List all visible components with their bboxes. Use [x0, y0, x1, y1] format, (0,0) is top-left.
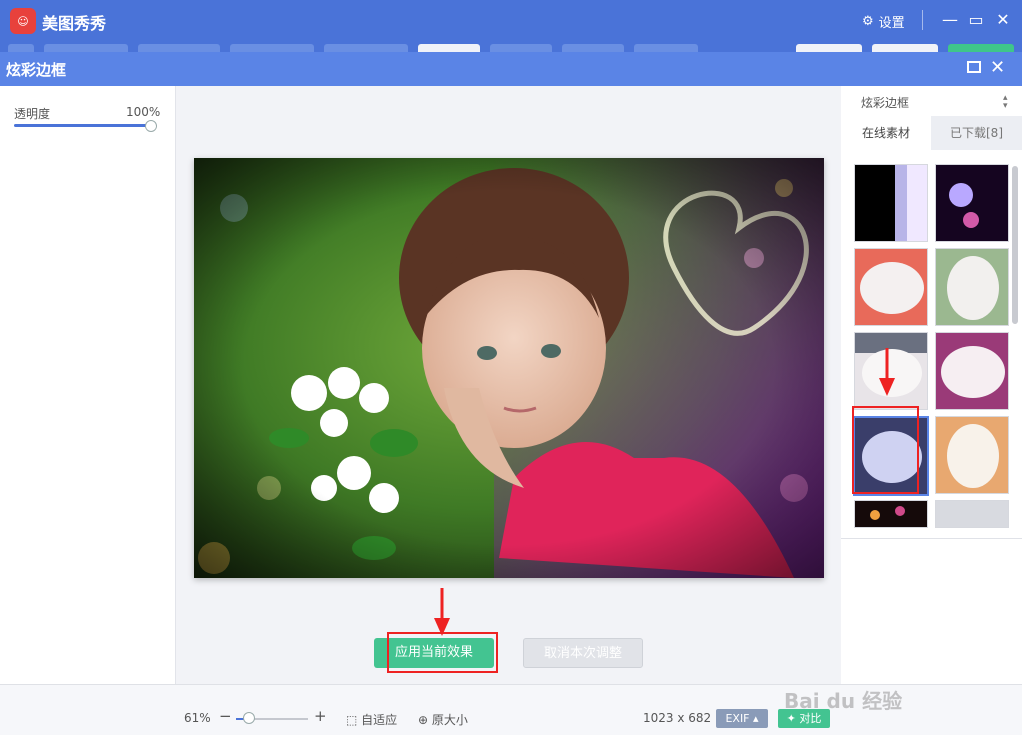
zoom-slider-handle[interactable]	[243, 712, 255, 724]
opacity-slider-track[interactable]	[14, 124, 152, 127]
zoom-out-button[interactable]: −	[219, 707, 232, 725]
thumbnail-scrollbar[interactable]	[1012, 166, 1018, 324]
frame-thumbnail[interactable]	[935, 416, 1009, 494]
frame-thumbnail[interactable]	[935, 332, 1009, 410]
nav-tab[interactable]	[230, 44, 314, 52]
nav-tab[interactable]	[562, 44, 624, 52]
tab-downloaded[interactable]: 已下载[8]	[931, 116, 1022, 150]
editor-canvas: 应用当前效果 取消本次调整	[176, 86, 841, 684]
original-size-button[interactable]: ⊕ 原大小	[418, 711, 468, 728]
material-panel: 炫彩边框 ▴ ▾ 在线素材 已下载[8]	[841, 86, 1022, 684]
fit-label: 自适应	[361, 713, 398, 727]
frame-thumbnail[interactable]	[854, 164, 928, 242]
nav-tab[interactable]	[324, 44, 408, 52]
frame-thumbnail[interactable]	[935, 500, 1009, 528]
frame-thumbnail[interactable]	[854, 500, 928, 528]
pointer-arrow-down-icon	[879, 348, 895, 396]
watermark: Bai du 经验	[784, 689, 903, 713]
app-name: 美图秀秀	[42, 14, 107, 33]
original-size-label: 原大小	[431, 713, 468, 727]
magnifier-icon: ⊕	[418, 713, 429, 727]
settings-label: 设置	[878, 16, 905, 31]
fit-to-window-button[interactable]: ⬚ 自适应	[346, 711, 397, 728]
pointer-arrow-down-icon	[434, 588, 450, 636]
nav-tab[interactable]	[634, 44, 698, 52]
tab-online[interactable]: 在线素材	[841, 116, 931, 150]
dialog-maximize-button[interactable]	[967, 61, 981, 73]
dialog-close-button[interactable]: ✕	[990, 57, 1005, 78]
highlight-box-thumbnail	[852, 406, 919, 494]
dialog-header: 炫彩边框 ✕	[0, 52, 1022, 86]
nav-tab-active[interactable]	[418, 44, 480, 52]
status-bar: 61% − + ⬚ 自适应 ⊕ 原大小 1023 x 682 EXIF ▴ ✦ …	[0, 684, 1022, 735]
frame-thumbnail[interactable]	[935, 248, 1009, 326]
nav-tab[interactable]	[44, 44, 128, 52]
fit-icon: ⬚	[346, 713, 358, 727]
nav-tab[interactable]	[8, 44, 34, 52]
app-logo-icon: ☺	[10, 8, 36, 34]
nav-tab[interactable]	[490, 44, 552, 52]
exif-button[interactable]: EXIF ▴	[716, 709, 768, 728]
photo-image	[194, 158, 824, 578]
settings-button[interactable]: ⚙ 设置	[862, 12, 905, 31]
frame-thumbnail[interactable]	[854, 248, 928, 326]
opacity-label: 透明度	[14, 107, 51, 121]
material-tabs: 在线素材 已下载[8]	[841, 116, 1022, 150]
zoom-in-button[interactable]: +	[314, 707, 327, 725]
opacity-slider-handle[interactable]	[145, 120, 157, 132]
minimize-button[interactable]: —	[940, 10, 960, 30]
close-button[interactable]: ✕	[993, 10, 1013, 30]
image-dimensions: 1023 x 682	[643, 711, 712, 725]
adjust-panel: 透明度 100%	[0, 86, 176, 684]
opacity-value: 100%	[126, 105, 161, 119]
dialog-title: 炫彩边框	[6, 61, 67, 79]
maximize-button[interactable]: ▭	[966, 10, 986, 30]
app-titlebar: ☺ 美图秀秀 ⚙ 设置 — ▭ ✕	[0, 0, 1022, 52]
dropdown-arrow-icon[interactable]: ▴ ▾	[1003, 94, 1008, 111]
category-dropdown[interactable]: 炫彩边框	[861, 94, 909, 111]
panel-divider	[841, 538, 1022, 539]
top-action-button[interactable]	[948, 44, 1014, 52]
zoom-level: 61%	[184, 711, 211, 725]
top-action-button[interactable]	[796, 44, 862, 52]
top-action-button[interactable]	[872, 44, 938, 52]
gear-icon: ⚙	[862, 14, 874, 29]
cancel-adjustment-button[interactable]: 取消本次调整	[523, 638, 643, 668]
photo-preview	[194, 158, 824, 578]
titlebar-divider	[922, 10, 923, 30]
frame-thumbnail[interactable]	[935, 164, 1009, 242]
nav-tab[interactable]	[138, 44, 220, 52]
highlight-box-apply	[387, 632, 498, 673]
